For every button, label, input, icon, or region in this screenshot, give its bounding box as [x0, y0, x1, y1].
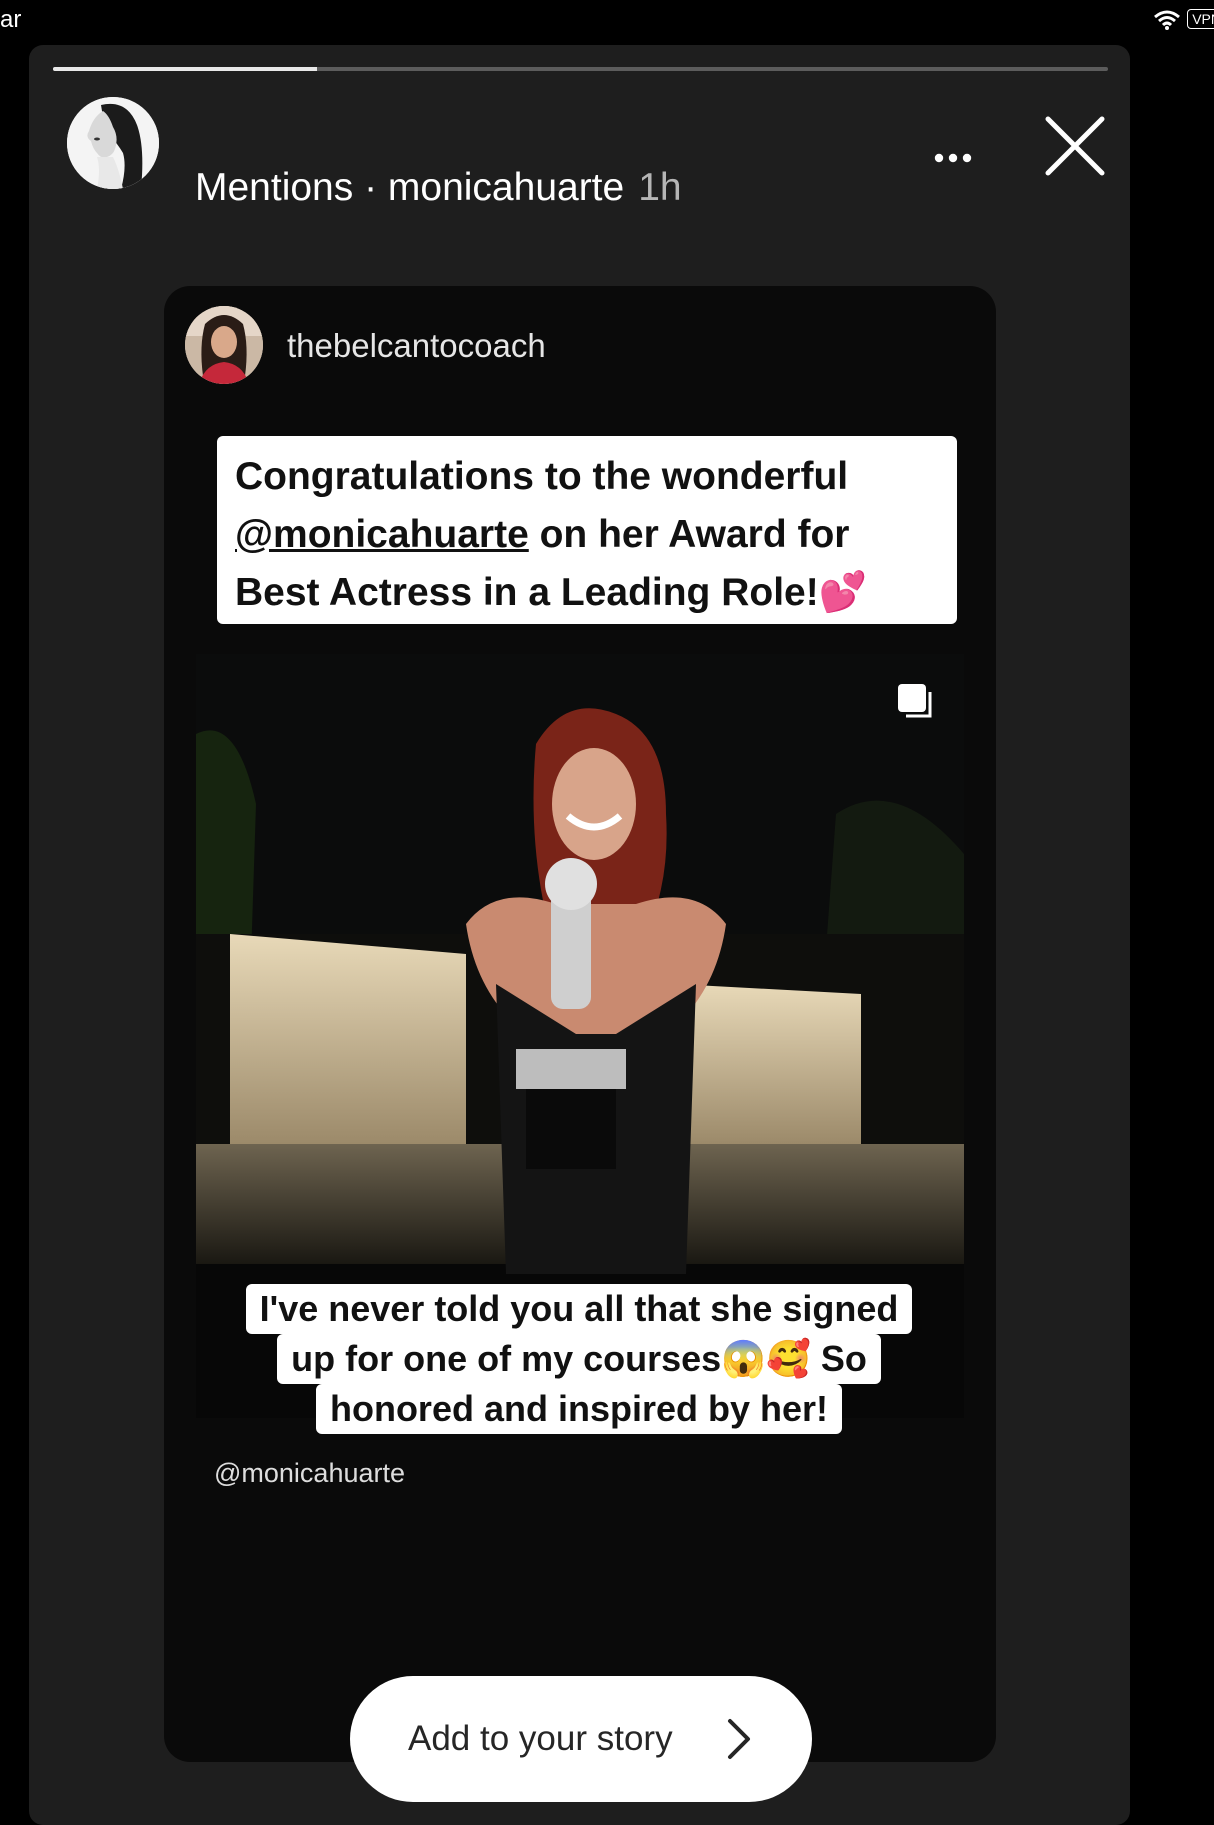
story-header-title: Mentions · monicahuarte 1h: [195, 163, 682, 213]
vpn-badge: VPN: [1187, 9, 1214, 29]
caption-bottom-line-2-rest: So: [810, 1338, 867, 1379]
multi-photo-icon: [898, 684, 932, 718]
add-to-story-button[interactable]: Add to your story: [350, 1676, 812, 1802]
caption-bottom-box: I've never told you all that she signed …: [213, 1284, 945, 1434]
caption-top-line-3: Best Actress in a Leading Role!💕: [235, 564, 941, 622]
caption-top-box: Congratulations to the wonderful @monica…: [217, 436, 957, 624]
caption-top-line-2: @monicahuarte on her Award for: [235, 506, 941, 564]
post-mention-tag[interactable]: @monicahuarte: [214, 1456, 405, 1490]
caption-bottom-line-1: I've never told you all that she signed: [245, 1284, 913, 1334]
avatar-portrait-image: [67, 97, 159, 189]
caption-top-line-2-rest: on her Award for: [528, 513, 850, 556]
wifi-icon: [1154, 10, 1180, 30]
more-icon[interactable]: [925, 133, 981, 183]
story-progress-bar: [53, 67, 1108, 71]
post-author-avatar[interactable]: [185, 306, 263, 384]
status-text: ar: [0, 6, 22, 33]
two-hearts-emoji: 💕: [818, 571, 868, 614]
caption-bottom-line-2-text: up for one of my courses: [291, 1338, 722, 1379]
post-author-username[interactable]: thebelcantocoach: [287, 326, 546, 366]
story-source-label[interactable]: Mentions · monicahuarte: [195, 166, 624, 209]
avatar-photo-image: [185, 306, 263, 384]
status-bar: ar VPN: [0, 0, 1214, 40]
add-to-story-label: Add to your story: [408, 1719, 673, 1758]
caption-mention-link[interactable]: @monicahuarte: [235, 513, 529, 556]
chevron-right-icon: [728, 1719, 750, 1759]
story-progress-fill: [53, 67, 317, 71]
caption-bottom-line-3: honored and inspired by her!: [315, 1384, 843, 1434]
scream-love-emoji: 😱🥰: [721, 1338, 811, 1379]
caption-bottom-line-2: up for one of my courses😱🥰 So: [277, 1334, 881, 1384]
header-avatar[interactable]: [67, 97, 159, 189]
caption-top-line-1: Congratulations to the wonderful: [235, 455, 849, 498]
story-timestamp: 1h: [638, 166, 682, 209]
caption-top-line-3-text: Best Actress in a Leading Role!: [235, 571, 819, 614]
close-icon[interactable]: [1040, 111, 1110, 181]
